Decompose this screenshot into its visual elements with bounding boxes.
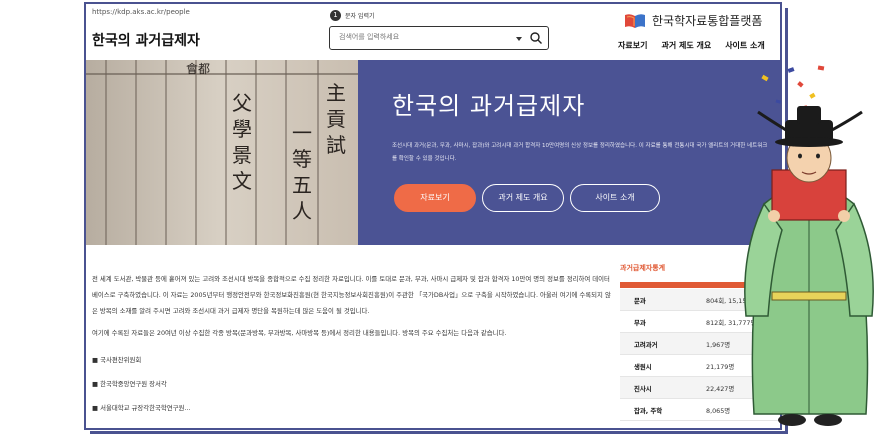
source-paragraph: 여기에 수록된 자료들은 20여년 이상 수집한 각종 방목(문과방목, 무과방… — [92, 329, 507, 337]
browser-frame: https://kdp.aks.ac.kr/people 한국의 과거급제자 1… — [84, 2, 782, 430]
intro-paragraph: 전 세계 도서관, 박물관 등에 흩어져 있는 고려와 조선시대 방목을 종합적… — [92, 275, 611, 315]
scholar-character-illustration — [744, 106, 874, 426]
site-title[interactable]: 한국의 과거급제자 — [92, 30, 200, 50]
search-box[interactable] — [329, 26, 549, 50]
dropdown-caret-icon[interactable] — [516, 37, 522, 41]
site-intro-button[interactable]: 사이트 소개 — [570, 184, 660, 212]
site-header: https://kdp.aks.ac.kr/people 한국의 과거급제자 1… — [86, 4, 780, 60]
nav-item-intro[interactable]: 사이트 소개 — [725, 40, 765, 51]
list-item: ■ 서울대학교 규장각한국학연구원... — [92, 404, 191, 412]
stats-title: 과거급제자통계 — [620, 264, 666, 272]
page: https://kdp.aks.ac.kr/people 한국의 과거급제자 1… — [0, 0, 880, 434]
char-input-label[interactable]: 문자 입력기 — [345, 11, 375, 20]
nav-item-overview[interactable]: 과거 제도 개요 — [661, 40, 711, 51]
photo-char-col-1: 主貢試 — [326, 81, 346, 157]
step-badge: 1 — [330, 10, 341, 21]
main-content: 전 세계 도서관, 박물관 등에 흩어져 있는 고려와 조선시대 방목을 종합적… — [86, 245, 780, 428]
photo-char-col-2: 一等五人 — [292, 121, 312, 223]
hero-description: 조선시대 과거(문과, 무과, 사마시, 잡과)와 고려시대 과거 합격자 10… — [392, 143, 768, 162]
view-data-button[interactable]: 자료보기 — [394, 184, 476, 212]
hero-title: 한국의 과거급제자 — [392, 92, 586, 120]
search-icon[interactable] — [529, 31, 543, 45]
platform-name[interactable]: 한국학자료통합플랫폼 — [652, 12, 762, 29]
exam-overview-button[interactable]: 과거 제도 개요 — [482, 184, 564, 212]
photo-char-col-3: 父學景文 — [232, 91, 252, 193]
photo-char-top: 會都 — [186, 62, 211, 76]
top-nav: 자료보기 과거 제도 개요 사이트 소개 — [618, 40, 765, 51]
exam-roster-photo: 主貢試 一等五人 父學景文 會都 — [86, 60, 358, 245]
platform-logo-icon — [625, 14, 645, 28]
list-item: ■ 국사편찬위원회 — [92, 356, 142, 364]
nav-item-data[interactable]: 자료보기 — [618, 40, 647, 51]
list-item: ■ 한국학중앙연구원 장서각 — [92, 380, 167, 388]
hero-banner: 主貢試 一等五人 父學景文 會都 한국의 과거급제자 조선시대 과거(문과, 무… — [86, 60, 780, 245]
url-text: https://kdp.aks.ac.kr/people — [92, 8, 190, 16]
search-input[interactable] — [339, 33, 509, 41]
